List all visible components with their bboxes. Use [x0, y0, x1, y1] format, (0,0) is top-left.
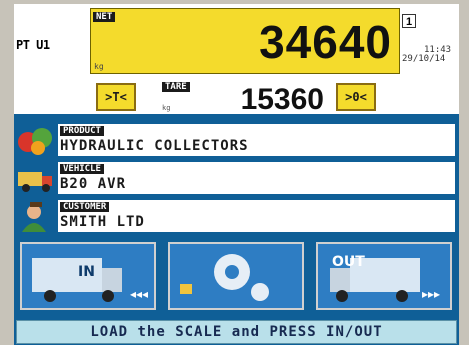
tare-tag: TARE — [162, 82, 190, 92]
customer-value: SMITH LTD — [60, 214, 145, 230]
scale-number: 1 — [402, 14, 416, 28]
status-bar: LOAD the SCALE and PRESS IN/OUT — [16, 320, 457, 344]
vehicle-tag: VEHICLE — [60, 164, 104, 174]
terminal-screen: PT U1 NET kg 34640 1 11:43 29/10/14 >T< … — [14, 4, 459, 345]
product-value: HYDRAULIC COLLECTORS — [60, 138, 249, 154]
vehicle-field[interactable]: VEHICLE B20 AVR — [14, 160, 459, 196]
truck-in-icon: IN ◂◂◂ — [32, 258, 148, 302]
zero-button[interactable]: >0< — [336, 83, 376, 111]
tare-weight-value: 15360 — [240, 83, 324, 116]
scale-label: PT U1 — [16, 38, 50, 52]
net-weight-value: 34640 — [259, 16, 392, 68]
leaf-product-icon — [18, 128, 52, 155]
out-label: OUT — [332, 254, 365, 270]
net-unit: kg — [94, 62, 104, 71]
in-button[interactable]: IN ◂◂◂ — [20, 242, 156, 310]
vehicle-value: B20 AVR — [60, 176, 127, 192]
tare-weight-display: TARE kg 15360 — [142, 82, 328, 116]
settings-button[interactable] — [168, 242, 304, 310]
settings-lock-icon — [180, 254, 269, 301]
truck-out-icon: OUT ▸▸▸ — [330, 254, 440, 302]
in-label: IN — [78, 264, 95, 280]
person-icon — [22, 202, 46, 232]
customer-tag: CUSTOMER — [60, 202, 110, 212]
tare-unit: kg — [162, 104, 171, 112]
tare-button[interactable]: >T< — [96, 83, 136, 111]
net-weight-display: NET kg 34640 — [90, 8, 400, 74]
truck-icon — [18, 172, 52, 192]
product-tag: PRODUCT — [60, 126, 104, 136]
svg-text:◂◂◂: ◂◂◂ — [130, 287, 148, 301]
out-button[interactable]: OUT ▸▸▸ — [316, 242, 452, 310]
customer-field[interactable]: CUSTOMER SMITH LTD — [14, 198, 459, 234]
svg-text:▸▸▸: ▸▸▸ — [422, 287, 440, 301]
net-tag: NET — [93, 12, 116, 22]
clock: 11:43 29/10/14 — [402, 46, 451, 64]
product-field[interactable]: PRODUCT HYDRAULIC COLLECTORS — [14, 122, 459, 158]
date-text: 29/10/14 — [402, 54, 446, 64]
